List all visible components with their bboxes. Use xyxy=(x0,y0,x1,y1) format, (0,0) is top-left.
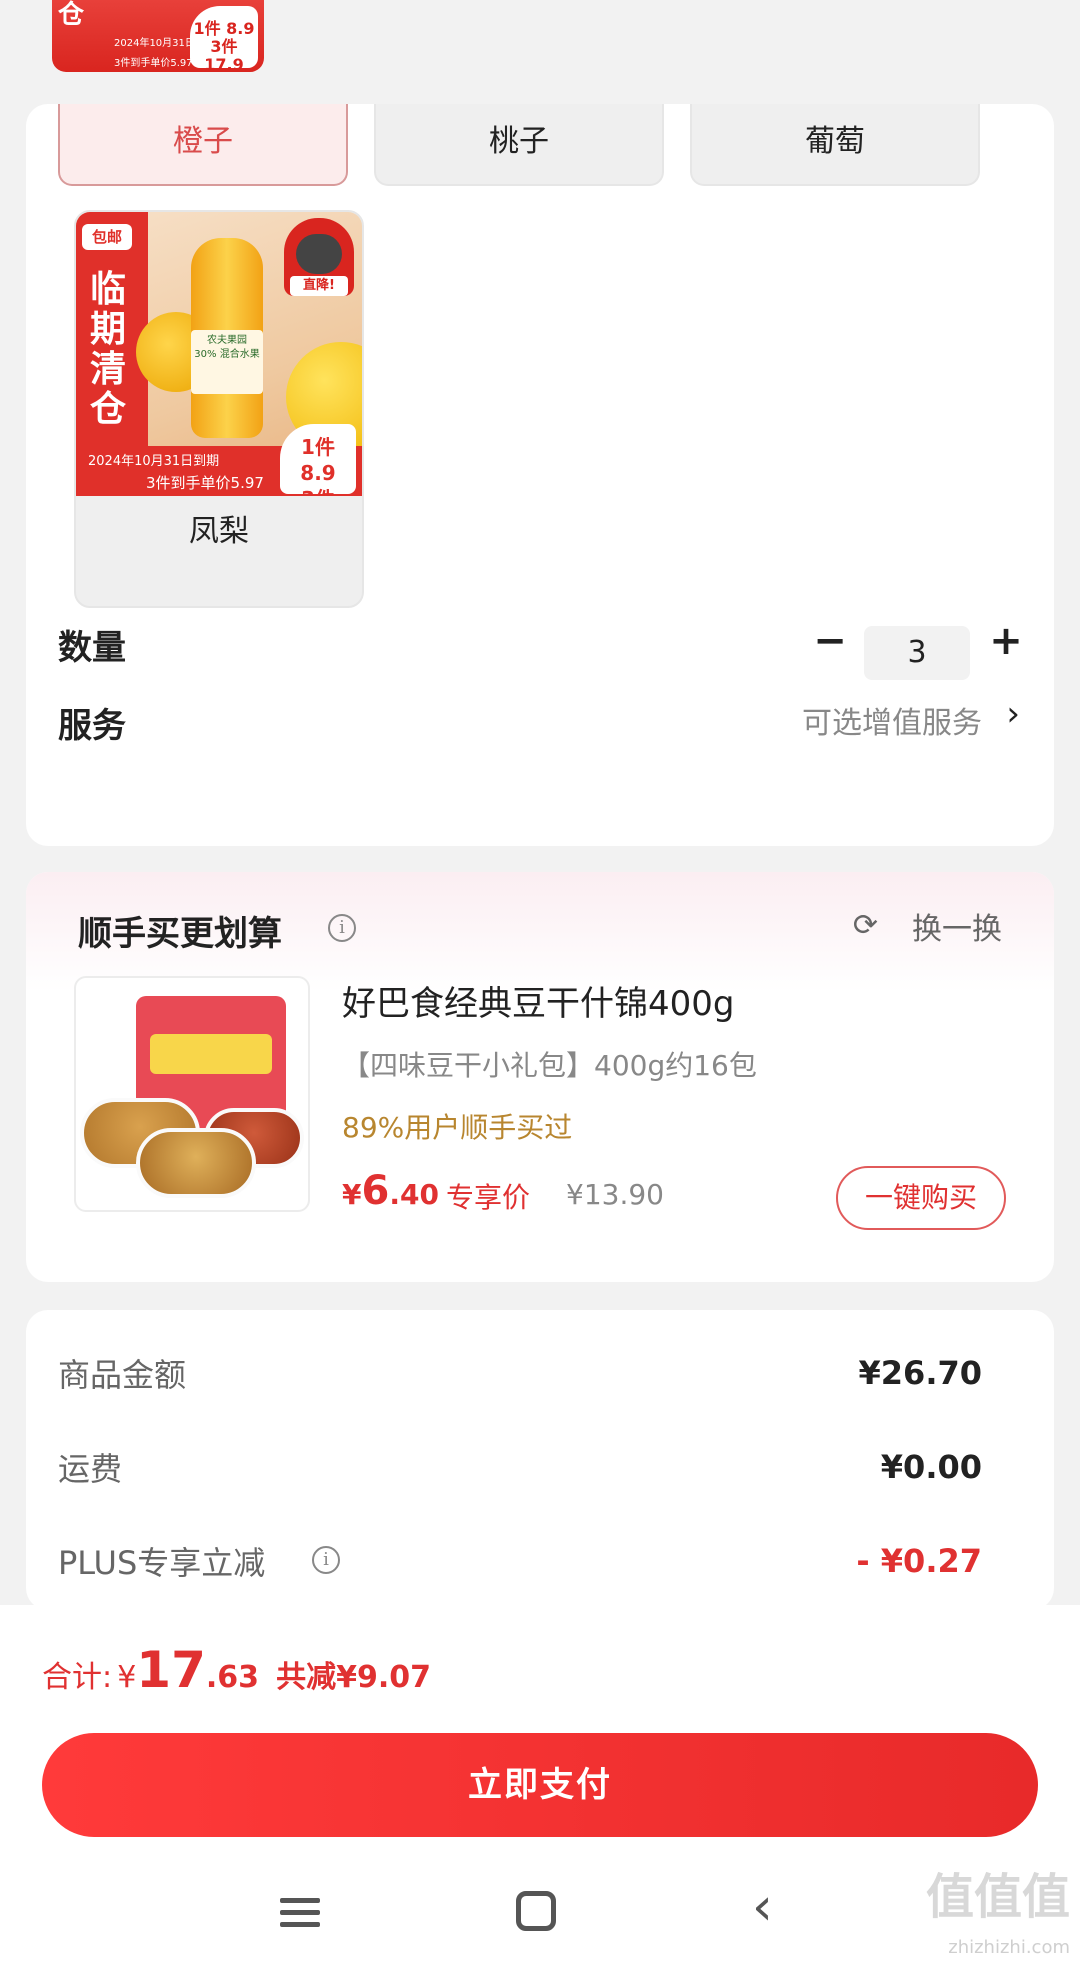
price-yen: ¥ xyxy=(342,1178,362,1211)
price-int: 6 xyxy=(361,1168,390,1214)
image-unit-price: 3件到手单价5.97 xyxy=(146,474,264,492)
total-dec: .63 xyxy=(205,1660,260,1695)
checkout-bar: 合计: ¥17.63 共减¥9.07 立即支付 ‹ 值值值 zhizhizhi.… xyxy=(0,1605,1080,1973)
total-amount: 合计: ¥17.63 共减¥9.07 xyxy=(42,1641,431,1699)
price-summary-card: 商品金额 ¥26.70 运费 ¥0.00 PLUS专享立减 i - ¥0.27 xyxy=(26,1310,1054,1610)
service-value[interactable]: 可选增值服务 xyxy=(802,698,982,742)
one-click-buy-button[interactable]: 一键购买 xyxy=(836,1166,1006,1230)
home-icon[interactable] xyxy=(516,1891,556,1931)
thumb-badge-1: 1件 8.9 xyxy=(193,19,255,38)
original-price: ¥13.90 xyxy=(566,1178,664,1211)
quantity-input[interactable]: 3 xyxy=(864,626,970,680)
chevron-right-icon[interactable]: › xyxy=(1006,694,1020,734)
image-price-3: 3件 17.9 xyxy=(280,486,356,496)
pineapple-product-image: 包邮 临期清仓 农夫果园 30% 混合水果 直降! 2024年10月31日到期 … xyxy=(76,212,362,496)
image-expire-text: 2024年10月31日到期 xyxy=(88,454,220,469)
clearance-vertical-text: 临期清仓 xyxy=(89,269,126,430)
product-subtitle: 【四味豆干小礼包】400g约16包 xyxy=(342,1049,757,1082)
thumb-badge-3: 3件 17.9 xyxy=(204,37,244,73)
bottle-label: 农夫果园 30% 混合水果 xyxy=(191,330,263,394)
info-icon[interactable]: i xyxy=(328,914,356,942)
snack-bag-label xyxy=(150,1034,272,1074)
total-yen: ¥ xyxy=(117,1660,137,1695)
summary-value-shipping: ¥0.00 xyxy=(880,1448,982,1486)
watermark-logo: 值值值 xyxy=(925,1869,1070,1925)
menu-icon[interactable] xyxy=(280,1891,320,1934)
exclusive-price-label: 专享价 xyxy=(446,1181,531,1214)
thumb-unit: 3件到手单价5.97 xyxy=(114,58,193,69)
service-label: 服务 xyxy=(58,706,126,746)
summary-label-goods: 商品金额 xyxy=(58,1356,187,1394)
product-image[interactable] xyxy=(74,976,310,1212)
thumb-char: 仓 xyxy=(58,0,85,30)
swap-button[interactable]: 换一换 xyxy=(912,904,1002,948)
image-price-1: 1件 8.9 xyxy=(300,435,336,485)
variant-option-grape[interactable]: 葡萄 xyxy=(690,104,980,186)
price-dec: .40 xyxy=(389,1178,439,1211)
spec-card: 橙子 桃子 葡萄 包邮 临期清仓 农夫果园 30% 混合水果 直降! 2024年… xyxy=(26,104,1054,846)
total-label: 合计: xyxy=(42,1660,113,1695)
product-social-proof: 89%用户顺手买过 xyxy=(342,1111,573,1144)
variant-thumbnail-top[interactable]: 仓 2024年10月31日到期 3件到手单价5.97 1件 8.9 3件 17.… xyxy=(52,0,264,72)
product-price: ¥6.40 xyxy=(342,1168,439,1214)
thumb-price-badge: 1件 8.9 3件 17.9 xyxy=(190,6,258,72)
pay-now-button[interactable]: 立即支付 xyxy=(42,1733,1038,1837)
info-icon[interactable]: i xyxy=(312,1546,340,1574)
quantity-minus-button[interactable]: − xyxy=(810,618,850,664)
variant-option-peach[interactable]: 桃子 xyxy=(374,104,664,186)
image-price-badge: 1件 8.9 3件 17.9 xyxy=(280,424,356,496)
total-int: 17 xyxy=(136,1641,206,1699)
quantity-label: 数量 xyxy=(58,628,126,668)
variant-label: 凤梨 xyxy=(189,514,249,549)
system-navigation-bar: ‹ xyxy=(0,1873,1080,1973)
refresh-icon[interactable]: ⟳ xyxy=(853,908,878,943)
back-icon[interactable]: ‹ xyxy=(752,1877,773,1937)
product-name[interactable]: 好巴食经典豆干什锦400g xyxy=(342,976,734,1025)
bundle-title: 顺手买更划算 xyxy=(78,914,282,954)
summary-value-goods: ¥26.70 xyxy=(858,1354,982,1392)
price-drop-tag: 直降! xyxy=(290,276,348,296)
bundle-card: 顺手买更划算 i ⟳ 换一换 好巴食经典豆干什锦400g 【四味豆干小礼包】40… xyxy=(26,872,1054,1282)
total-saved: 共减¥9.07 xyxy=(276,1660,432,1695)
free-shipping-badge: 包邮 xyxy=(82,224,132,250)
summary-value-plus: - ¥0.27 xyxy=(856,1542,982,1580)
summary-label-plus: PLUS专享立减 xyxy=(58,1544,266,1582)
variant-option-pineapple[interactable]: 包邮 临期清仓 农夫果园 30% 混合水果 直降! 2024年10月31日到期 … xyxy=(74,210,364,608)
variant-option-orange[interactable]: 橙子 xyxy=(58,104,348,186)
snack-bowl xyxy=(136,1128,256,1198)
bottle-brand: 农夫果园 xyxy=(207,335,247,346)
quantity-plus-button[interactable]: + xyxy=(986,618,1026,664)
zoom-icon xyxy=(296,234,342,274)
bottle-text: 30% 混合水果 xyxy=(194,349,260,360)
watermark-url: zhizhizhi.com xyxy=(948,1937,1070,1958)
summary-label-shipping: 运费 xyxy=(58,1450,123,1488)
